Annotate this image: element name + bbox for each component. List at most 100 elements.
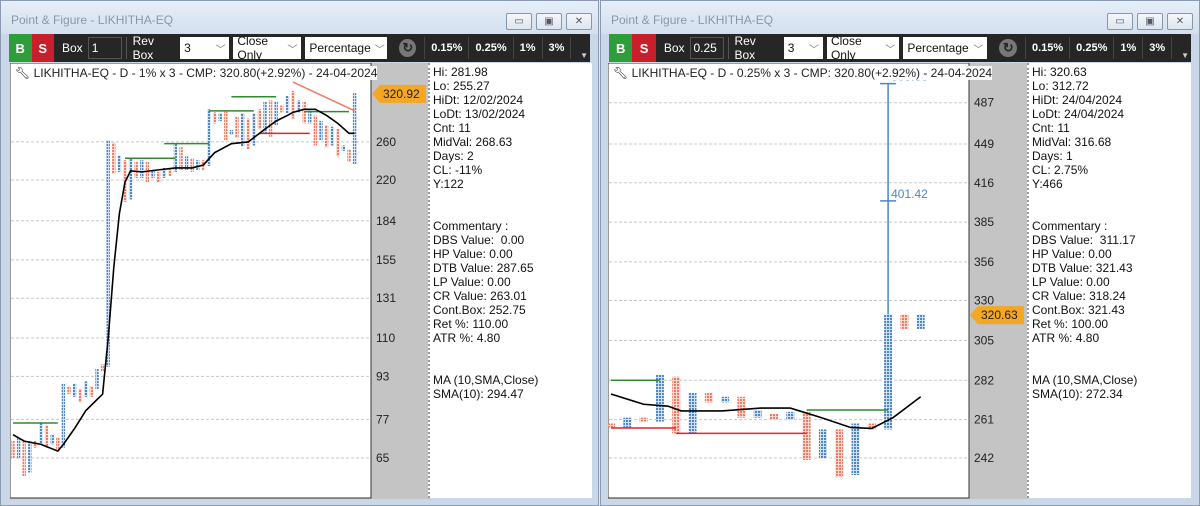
preset-0-15[interactable]: 0.15% [1024, 37, 1069, 59]
method-select[interactable]: Close Only ﹀ [826, 34, 900, 62]
x-column [252, 113, 256, 146]
x-column [28, 441, 32, 473]
pnf-window-right: Point & Figure - LIKHITHA-EQ ▭ ▣ ✕ B S B… [600, 0, 1200, 506]
o-column [44, 425, 49, 448]
close-button[interactable]: ✕ [566, 13, 592, 30]
preset-3[interactable]: 3% [541, 37, 571, 59]
scale-value: Percentage [309, 41, 371, 55]
o-column [190, 158, 194, 172]
scale-select[interactable]: Percentage ﹀ [903, 37, 988, 59]
close-button[interactable]: ✕ [1167, 13, 1193, 30]
rev-box-select[interactable]: 3 ﹀ [180, 37, 230, 59]
preset-0-25[interactable]: 0.25% [1069, 37, 1113, 59]
title-bar[interactable]: Point & Figure - LIKHITHA-EQ ▭ ▣ ✕ [1, 1, 598, 34]
info-line: CR Value: 263.01 [433, 289, 527, 303]
info-line: CR Value: 318.24 [1032, 289, 1126, 303]
o-column [302, 101, 306, 124]
info-line [1032, 205, 1188, 219]
x-column [341, 145, 346, 151]
x-column [196, 160, 200, 170]
sell-button[interactable]: S [632, 34, 656, 62]
minimize-button[interactable]: ▭ [1107, 13, 1133, 30]
chevron-down-icon: ﹀ [885, 44, 896, 56]
info-line: LP Value: 0.00 [433, 275, 511, 289]
o-column [802, 411, 811, 461]
wrench-icon[interactable]: 🔧︎ [613, 66, 632, 80]
refresh-icon[interactable]: ↻ [999, 39, 1017, 57]
maximize-button[interactable]: ▣ [536, 13, 562, 30]
box-size-input[interactable] [87, 37, 122, 59]
y-tick-label: 65 [376, 451, 390, 465]
preset-1[interactable]: 1% [512, 37, 542, 59]
info-line: HiDt: 24/04/2024 [1032, 93, 1123, 107]
title-bar[interactable]: Point & Figure - LIKHITHA-EQ ▭ ▣ ✕ [601, 1, 1199, 34]
info-line: HiDt: 12/02/2024 [433, 93, 524, 107]
y-tick-label: 261 [974, 413, 994, 427]
x-column [688, 393, 697, 434]
box-size-input[interactable] [689, 37, 724, 59]
y-tick-label: 416 [974, 176, 994, 190]
chevron-down-icon: ﹀ [973, 44, 984, 56]
info-line: Lo: 312.72 [1032, 79, 1089, 93]
info-line: Commentary : [433, 219, 509, 233]
rev-box-value: 3 [787, 41, 795, 55]
o-column [608, 423, 615, 428]
rev-box-select[interactable]: 3 ﹀ [783, 37, 823, 59]
chevron-down-icon: ﹀ [287, 44, 298, 56]
y-tick-label: 385 [974, 215, 994, 229]
info-line: DTB Value: 321.43 [1032, 261, 1133, 275]
info-line: CL: 2.75% [1032, 163, 1089, 177]
info-line: Ret %: 110.00 [433, 317, 509, 331]
info-line: MidVal: 268.63 [433, 135, 513, 149]
info-line [433, 359, 589, 373]
y-tick-label: 449 [974, 137, 994, 151]
preset-1[interactable]: 1% [1113, 37, 1142, 59]
wrench-icon[interactable]: 🔧︎ [15, 66, 34, 80]
buy-button[interactable]: B [9, 34, 32, 62]
o-column [347, 149, 351, 163]
preset-0-25[interactable]: 0.25% [468, 37, 512, 59]
rev-box-label: Rev Box [734, 34, 756, 62]
overflow-icon[interactable]: ▼ [1181, 51, 1189, 60]
y-tick-label: 77 [376, 412, 390, 426]
o-column [224, 111, 228, 141]
o-column [336, 129, 340, 157]
x-column [916, 314, 925, 329]
maximize-button[interactable]: ▣ [1137, 13, 1163, 30]
info-panel: Hi: 320.63 Lo: 312.72 HiDt: 24/04/2024 LoDt… [1027, 63, 1191, 498]
overflow-icon[interactable]: ▼ [580, 51, 588, 60]
buy-button[interactable]: B [609, 34, 633, 62]
info-line: SMA(10): 272.34 [1032, 387, 1123, 401]
info-line: MidVal: 316.68 [1032, 135, 1112, 149]
info-line: SMA(10): 294.47 [433, 387, 524, 401]
x-column [229, 129, 234, 136]
info-line: LoDt: 24/04/2024 [1032, 107, 1125, 121]
refresh-icon[interactable]: ↻ [399, 39, 417, 57]
scale-select[interactable]: Percentage ﹀ [305, 37, 388, 59]
method-value: Close Only [830, 34, 862, 62]
pnf-chart: 65 77 93 110 131 155 184 220 260 320.92 [10, 63, 430, 499]
o-column [900, 314, 909, 329]
y-tick-label: 487 [974, 96, 994, 110]
info-line: DBS Value: 0.00 [433, 233, 525, 247]
y-tick-label: 242 [974, 451, 994, 465]
chart-caption: 🔧︎ LIKHITHA-EQ - D - 0.25% x 3 - CMP: 32… [613, 66, 993, 80]
sell-button[interactable]: S [31, 34, 54, 62]
y-tick-label: 330 [974, 293, 994, 307]
target-label: 401.42 [891, 187, 928, 201]
toolbar: B S Box Rev Box 3﹀ Close Only﹀ Percentag… [609, 34, 1191, 62]
info-line [1032, 191, 1188, 205]
preset-0-15[interactable]: 0.15% [424, 37, 468, 59]
pnf-window-left: Point & Figure - LIKHITHA-EQ ▭ ▣ ✕ B S B… [0, 0, 599, 506]
info-line: Commentary : [1032, 219, 1108, 233]
x-column [16, 437, 21, 458]
scale-value: Percentage [907, 41, 969, 55]
x-column [818, 429, 827, 458]
method-select[interactable]: Close Only ﹀ [233, 34, 302, 62]
preset-3[interactable]: 3% [1142, 37, 1171, 59]
o-column [22, 441, 26, 477]
x-column [39, 422, 43, 445]
info-line [1032, 345, 1188, 359]
minimize-button[interactable]: ▭ [506, 13, 532, 30]
info-line: ATR %: 4.80 [433, 331, 501, 345]
